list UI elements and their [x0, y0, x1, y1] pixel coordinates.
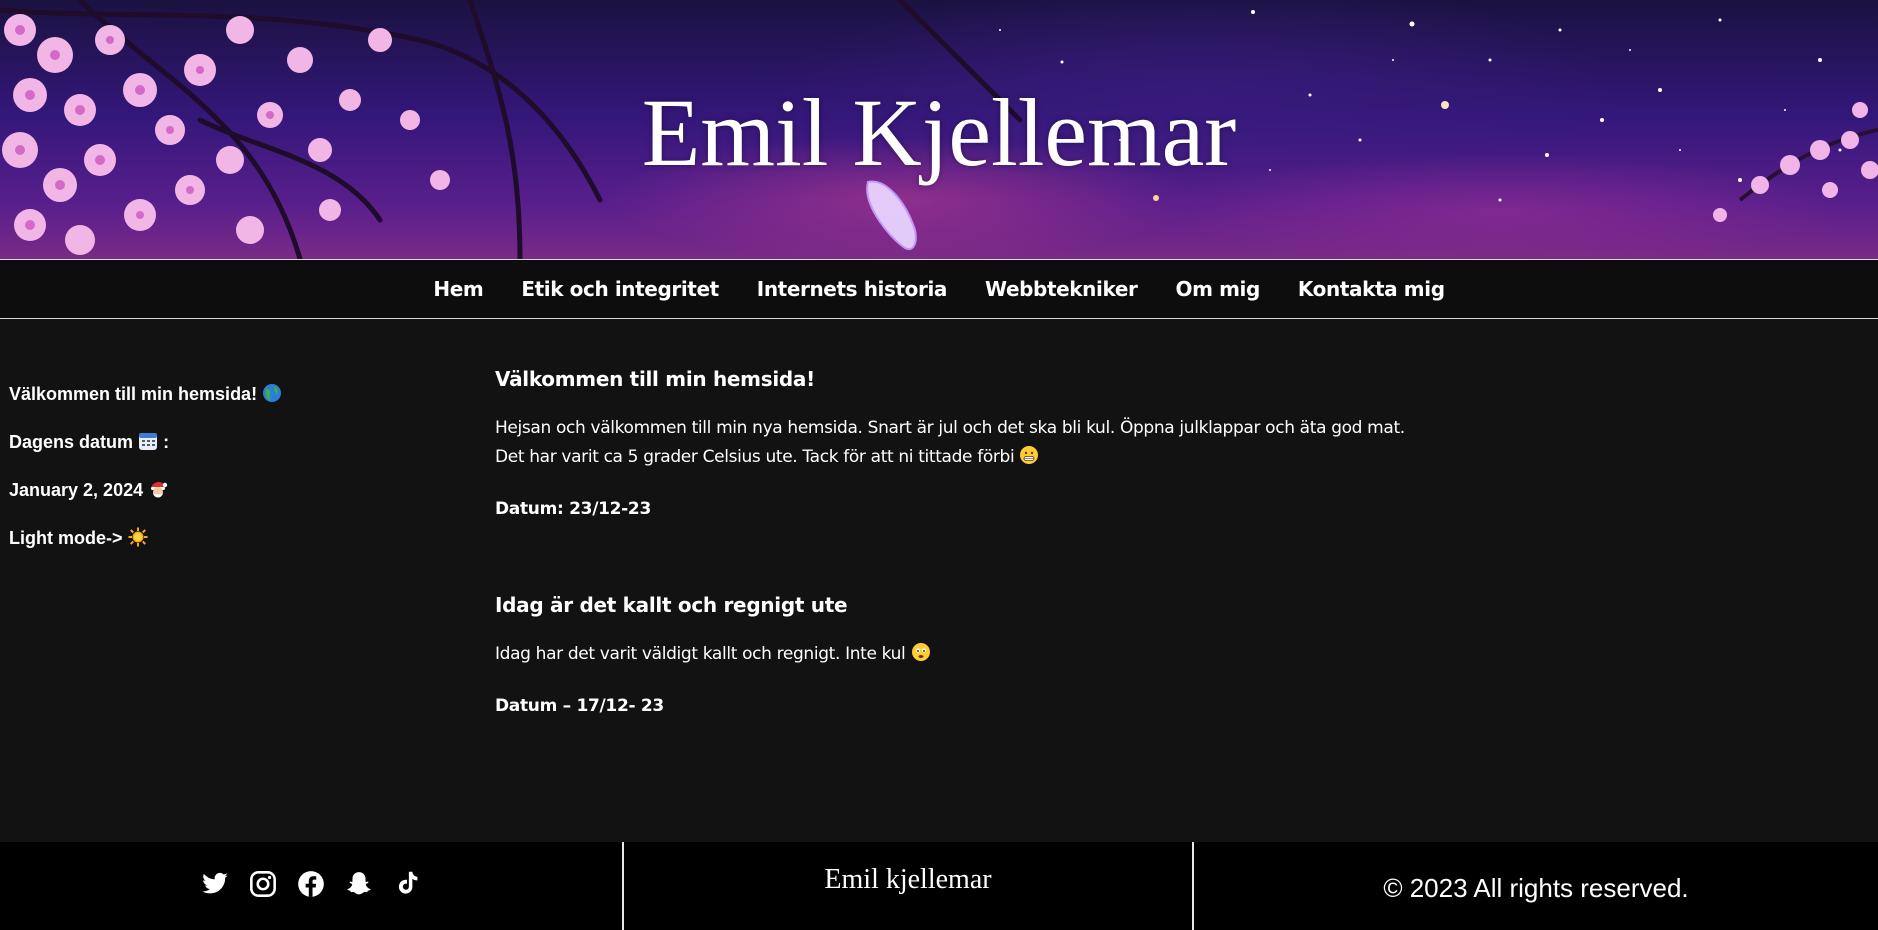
sidebar-welcome-text: Välkommen till min hemsida!: [9, 384, 258, 404]
social-links: [0, 842, 622, 930]
sidebar-date-label: Dagens datum :: [9, 431, 439, 453]
sidebar: Välkommen till min hemsida! Dagens datum…: [9, 383, 439, 575]
sad-emoji-icon: [911, 643, 930, 661]
post-body-text: Det har varit ca 5 grader Celsius ute. T…: [495, 447, 1015, 467]
post-body-text: Idag har det varit väldigt kallt och reg…: [495, 644, 906, 664]
calendar-icon: [139, 433, 158, 450]
snapchat-icon[interactable]: [345, 870, 373, 898]
footer-name: Emil kjellemar: [622, 842, 1194, 930]
post: Idag är det kallt och regnigt ute Idag h…: [495, 588, 1495, 721]
sidebar-date-value-text: January 2, 2024: [9, 480, 144, 500]
sidebar-welcome: Välkommen till min hemsida!: [9, 383, 439, 405]
nav-item-webbtekniker[interactable]: Webbtekniker: [966, 277, 1156, 301]
nav-item-kontakta-mig[interactable]: Kontakta mig: [1279, 277, 1464, 301]
post-body: Hejsan och välkommen till min nya hemsid…: [495, 414, 1495, 472]
post-title: Välkommen till min hemsida!: [495, 367, 815, 391]
post-title: Idag är det kallt och regnigt ute: [495, 593, 848, 617]
main-content: Välkommen till min hemsida! Hejsan och v…: [495, 362, 1495, 721]
sidebar-date-value: January 2, 2024: [9, 479, 439, 501]
post-date: Datum: 23/12-23: [495, 499, 651, 519]
sidebar-date-colon: :: [163, 432, 170, 452]
twitter-icon[interactable]: [201, 870, 229, 898]
grimace-emoji-icon: [1020, 446, 1039, 464]
light-mode-text: Light mode->: [9, 528, 123, 548]
globe-icon: [263, 384, 282, 402]
post-body: Idag har det varit väldigt kallt och reg…: [495, 640, 1495, 669]
facebook-icon[interactable]: [297, 870, 325, 898]
nav-item-internets-historia[interactable]: Internets historia: [738, 277, 966, 301]
header-banner: Emil Kjellemar: [0, 0, 1878, 259]
footer-copyright: © 2023 All rights reserved.: [1383, 872, 1689, 903]
nav-item-etik[interactable]: Etik och integritet: [502, 277, 737, 301]
santa-icon: [151, 482, 168, 498]
sidebar-date-label-text: Dagens datum: [9, 432, 134, 452]
tiktok-icon[interactable]: [393, 870, 421, 898]
post-body-line: Hejsan och välkommen till min nya hemsid…: [495, 418, 1405, 438]
sun-icon[interactable]: [128, 527, 148, 547]
main-nav: Hem Etik och integritet Internets histor…: [0, 259, 1878, 319]
post-body-line: Det har varit ca 5 grader Celsius ute. T…: [495, 443, 1495, 472]
nav-item-om-mig[interactable]: Om mig: [1156, 277, 1278, 301]
post: Välkommen till min hemsida! Hejsan och v…: [495, 362, 1495, 524]
petal-shape: [866, 180, 917, 250]
footer: Emil kjellemar © 2023 All rights reserve…: [0, 842, 1878, 930]
nav-item-hem[interactable]: Hem: [414, 277, 502, 301]
post-date: Datum – 17/12- 23: [495, 696, 664, 716]
site-title: Emil Kjellemar: [641, 79, 1237, 186]
light-mode-toggle[interactable]: Light mode->: [9, 527, 439, 549]
instagram-icon[interactable]: [249, 870, 277, 898]
